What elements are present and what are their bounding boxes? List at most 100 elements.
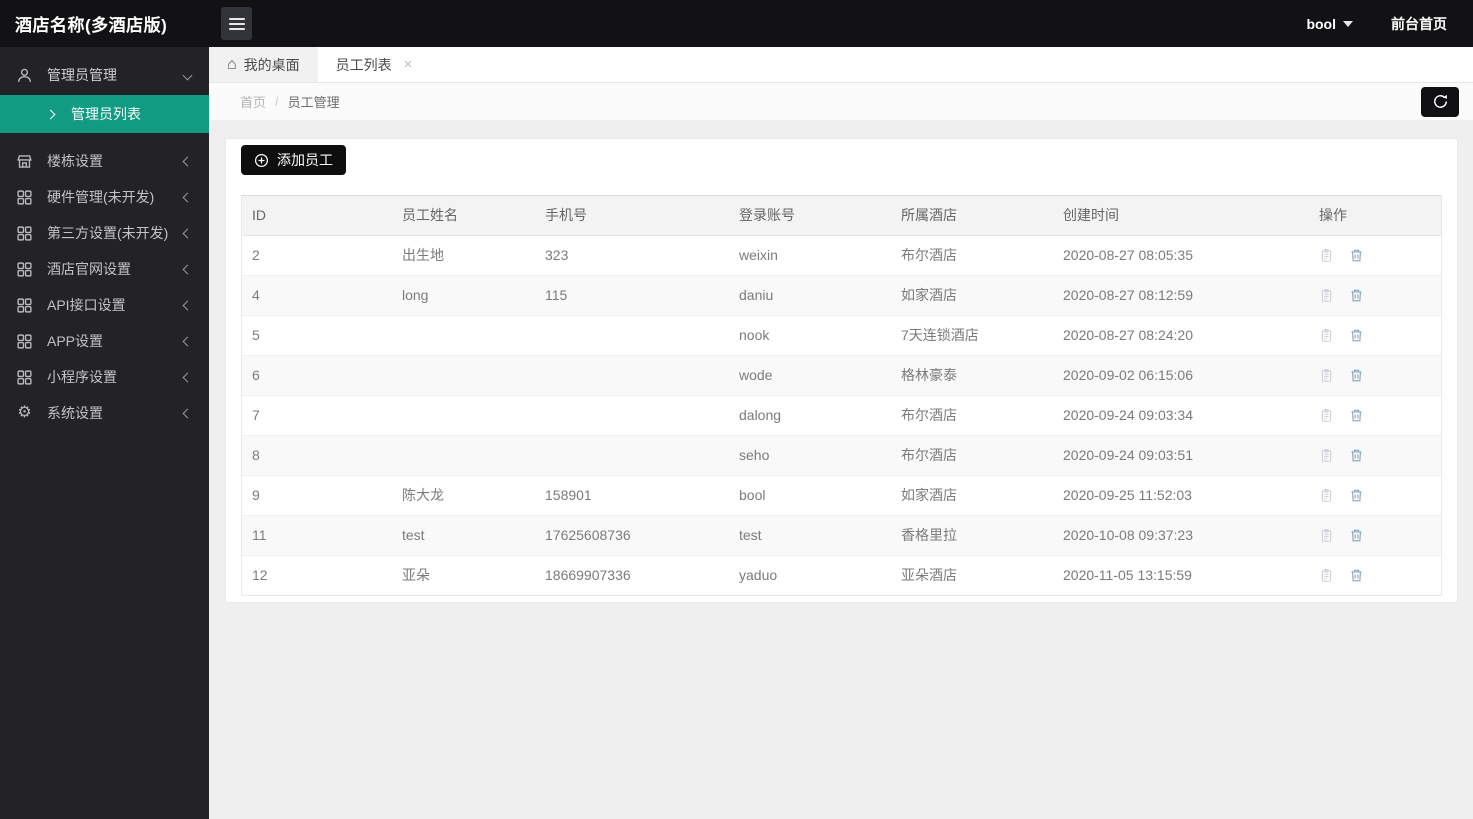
cell-created: 2020-11-05 13:15:59 [1053,554,1309,595]
edit-icon [1321,448,1332,462]
delete-button[interactable] [1349,328,1365,344]
edit-button[interactable] [1319,448,1335,464]
cell-name: test [392,514,535,555]
delete-button[interactable] [1349,248,1365,264]
trash-icon [1351,409,1362,421]
cell-id: 12 [242,554,392,595]
chevron-left-icon [182,264,193,274]
delete-button[interactable] [1349,448,1365,464]
delete-button[interactable] [1349,288,1365,304]
sidebar-item-system[interactable]: ⚙ 系统设置 [0,395,209,431]
edit-button[interactable] [1319,288,1335,304]
table-row: 5 nook 7天连锁酒店 2020-08-27 08:24:20 [242,314,1441,355]
table-row: 9 陈大龙 158901 bool 如家酒店 2020-09-25 11:52:… [242,474,1441,515]
table-row: 12 亚朵 18669907336 yaduo 亚朵酒店 2020-11-05 … [242,554,1441,595]
chevron-left-icon [182,336,193,346]
cell-id: 9 [242,474,392,515]
sidebar-item-label: APP设置 [47,333,104,349]
sidebar-item-app[interactable]: APP设置 [0,323,209,359]
delete-button[interactable] [1349,568,1365,584]
edit-icon [1321,568,1332,582]
cell-hotel: 亚朵酒店 [891,554,1053,595]
cell-phone: 323 [545,247,569,263]
edit-button[interactable] [1319,528,1335,544]
hamburger-icon [228,17,245,20]
username: bool [1306,15,1336,32]
sidebar-group-admin[interactable]: 管理员管理 [0,55,209,95]
trash-icon [1351,449,1362,461]
edit-icon [1321,248,1332,262]
sidebar-item-admin-list[interactable]: 管理员列表 [0,95,209,133]
breadcrumb-home[interactable]: 首页 [240,92,266,111]
grid-icon [16,297,33,314]
delete-button[interactable] [1349,528,1365,544]
sidebar-item-website[interactable]: 酒店官网设置 [0,251,209,287]
trash-icon [1351,289,1362,301]
cell-account: nook [729,314,891,355]
sidebar-item-miniprogram[interactable]: 小程序设置 [0,359,209,395]
sidebar-item-label: 管理员列表 [71,106,141,122]
cell-phone [535,314,729,355]
close-icon[interactable]: × [404,56,413,73]
breadcrumb-separator: / [275,94,279,109]
chevron-left-icon [182,156,193,166]
delete-button[interactable] [1349,368,1365,384]
cell-account: daniu [729,274,891,315]
cell-name: long [392,274,535,315]
sidebar-item-hardware[interactable]: 硬件管理(未开发) [0,179,209,215]
sidebar-item-building[interactable]: 楼栋设置 [0,143,209,179]
cell-actions [1309,314,1441,355]
edit-button[interactable] [1319,568,1335,584]
hamburger-icon [228,22,245,25]
sidebar-group-label: 管理员管理 [47,67,117,83]
table-body: 2 出生地 323 weixin 布尔酒店 2020-08-27 08:05:3… [242,235,1441,595]
tab-employee-list[interactable]: 员工列表 × [318,47,431,82]
grid-icon [16,261,33,278]
col-header-id: ID [242,196,392,236]
sidebar-item-thirdparty[interactable]: 第三方设置(未开发) [0,215,209,251]
delete-button[interactable] [1349,408,1365,424]
tab-label: 我的桌面 [243,56,300,73]
cell-id: 8 [242,434,392,475]
cell-name [392,354,535,395]
home-icon: ⌂ [227,55,237,73]
sidebar-toggle-button[interactable] [221,7,252,40]
trash-icon [1351,489,1362,501]
chevron-left-icon [182,192,193,202]
sidebar-item-label: 酒店官网设置 [47,261,131,277]
topbar: 酒店名称(多酒店版) bool 前台首页 [0,0,1473,47]
tab-my-desktop[interactable]: ⌂ 我的桌面 [209,47,318,82]
cell-created: 2020-08-27 08:24:20 [1053,314,1309,355]
sidebar-item-api[interactable]: API接口设置 [0,287,209,323]
cell-hotel: 如家酒店 [891,274,1053,315]
breadcrumb-bar: 首页 / 员工管理 [209,83,1473,120]
edit-icon [1321,488,1332,502]
cell-id: 5 [242,314,392,355]
edit-button[interactable] [1319,248,1335,264]
edit-icon [1321,288,1332,302]
edit-button[interactable] [1319,488,1335,504]
table-row: 11 test 17625608736 test 香格里拉 2020-10-08… [242,514,1441,555]
cell-created: 2020-09-24 09:03:34 [1053,394,1309,435]
trash-icon [1351,569,1362,582]
edit-button[interactable] [1319,368,1335,384]
chevron-down-icon [182,70,193,80]
add-employee-button[interactable]: 添加员工 [241,145,346,175]
cell-phone: 158901 [535,474,729,515]
sidebar-item-label: API接口设置 [47,297,126,313]
delete-button[interactable] [1349,488,1365,504]
cell-name: 出生地 [402,247,444,263]
add-employee-label: 添加员工 [277,152,333,168]
cell-name [392,314,535,355]
refresh-button[interactable] [1421,86,1459,117]
cell-created: 2020-09-02 06:15:06 [1053,354,1309,395]
refresh-icon [1433,94,1447,108]
edit-button[interactable] [1319,408,1335,424]
cell-actions [1309,274,1441,315]
user-dropdown[interactable]: bool [1306,16,1353,32]
edit-button[interactable] [1319,328,1335,344]
cell-phone: 17625608736 [535,514,729,555]
frontend-home-link[interactable]: 前台首页 [1391,14,1447,34]
cell-created: 2020-08-27 08:05:35 [1063,247,1193,263]
grid-icon [16,189,33,206]
